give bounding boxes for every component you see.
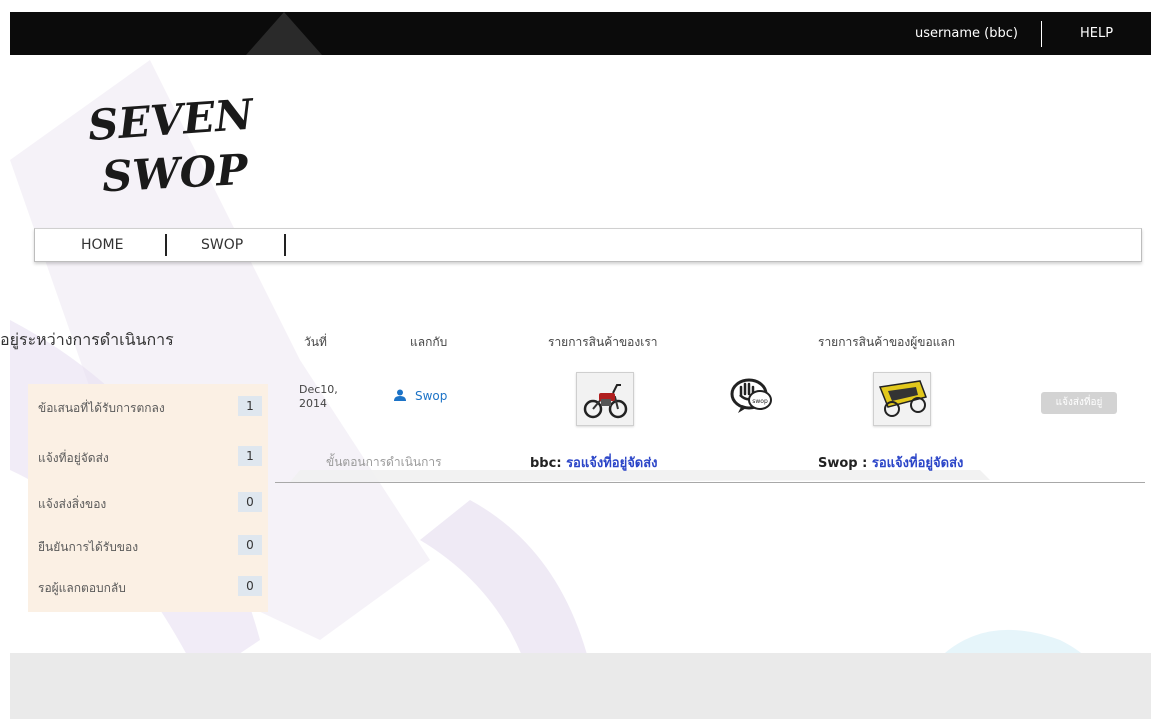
nav-divider	[165, 234, 167, 256]
sidebar-item-awaiting-reply[interactable]: รอผู้แลกตอบกลับ 0	[38, 576, 263, 598]
trade-date-line1: Dec10,	[299, 383, 338, 396]
top-bar: username (bbc) HELP	[10, 12, 1151, 55]
header-date: วันที่	[304, 335, 327, 349]
sidebar-item-confirm-received[interactable]: ยืนยันการได้รับของ 0	[38, 535, 263, 557]
progress-label: ขั้นตอนการดำเนินการ	[326, 455, 442, 469]
partner-name: Swop	[415, 389, 448, 403]
trade-date: Dec10, 2014	[299, 383, 338, 411]
sidebar-title: อยู่ระหว่างการดำเนินการ	[0, 330, 174, 349]
bbc-status-name: bbc:	[530, 456, 562, 471]
username-link[interactable]: username (bbc)	[915, 12, 1018, 55]
bbc-status: bbc: รอแจ้งที่อยู่จัดส่ง	[530, 452, 658, 473]
header-our-items: รายการสินค้าของเรา	[548, 335, 658, 349]
sidebar-item-shipping-address[interactable]: แจ้งที่อยู่จัดส่ง 1	[38, 446, 263, 468]
row-divider	[275, 482, 1145, 483]
swop-badge-text: swop	[752, 398, 768, 405]
swop-hand-icon: swop	[730, 378, 772, 413]
count-badge: 0	[238, 576, 262, 596]
swop-status: Swop : รอแจ้งที่อยู่จัดส่ง	[818, 452, 963, 473]
logo-line1: SEVEN	[88, 90, 256, 151]
bicycle-trailer-image	[874, 373, 930, 425]
partner-link[interactable]: Swop	[394, 389, 447, 403]
sidebar-item-label: ข้อเสนอที่ได้รับการตกลง	[38, 401, 165, 415]
swop-status-text: รอแจ้งที่อยู่จัดส่ง	[871, 456, 964, 471]
header-exchange-with: แลกกับ	[410, 335, 448, 349]
logo-line2: SWOP	[101, 145, 250, 202]
bbc-status-text: รอแจ้งที่อยู่จัดส่ง	[566, 456, 658, 471]
their-item-thumbnail[interactable]	[873, 372, 931, 426]
trade-date-line2: 2014	[299, 397, 327, 410]
sidebar-item-item-sent[interactable]: แจ้งส่งสิ่งของ 0	[38, 492, 263, 514]
count-badge: 1	[238, 446, 262, 466]
sidebar-item-label: แจ้งที่อยู่จัดส่ง	[38, 451, 109, 465]
motorcycle-image	[577, 373, 633, 425]
user-icon	[394, 389, 406, 401]
sidebar-item-label: แจ้งส่งสิ่งของ	[38, 497, 107, 511]
our-item-thumbnail[interactable]	[576, 372, 634, 426]
header-their-items: รายการสินค้าของผู้ขอแลก	[818, 335, 956, 349]
sidebar-item-label: ยืนยันการได้รับของ	[38, 540, 139, 554]
notify-address-button[interactable]: แจ้งส่งที่อยู่	[1041, 392, 1117, 414]
seven-swop-logo[interactable]: SEVEN SWOP	[88, 82, 268, 202]
topbar-accent-shape	[246, 12, 322, 55]
swop-status-name: Swop :	[818, 456, 868, 471]
main-nav: HOME SWOP	[34, 228, 1142, 262]
nav-home[interactable]: HOME	[81, 229, 123, 261]
topbar-divider	[1041, 21, 1042, 47]
footer	[10, 653, 1151, 719]
count-badge: 1	[238, 396, 262, 416]
sidebar-item-label: รอผู้แลกตอบกลับ	[38, 581, 126, 595]
help-link[interactable]: HELP	[1080, 12, 1113, 55]
nav-swop[interactable]: SWOP	[201, 229, 243, 261]
status-sidebar: ข้อเสนอที่ได้รับการตกลง 1 แจ้งที่อยู่จัด…	[28, 384, 268, 612]
sidebar-item-agreed-offers[interactable]: ข้อเสนอที่ได้รับการตกลง 1	[38, 396, 263, 418]
count-badge: 0	[238, 535, 262, 555]
count-badge: 0	[238, 492, 262, 512]
nav-divider	[284, 234, 286, 256]
